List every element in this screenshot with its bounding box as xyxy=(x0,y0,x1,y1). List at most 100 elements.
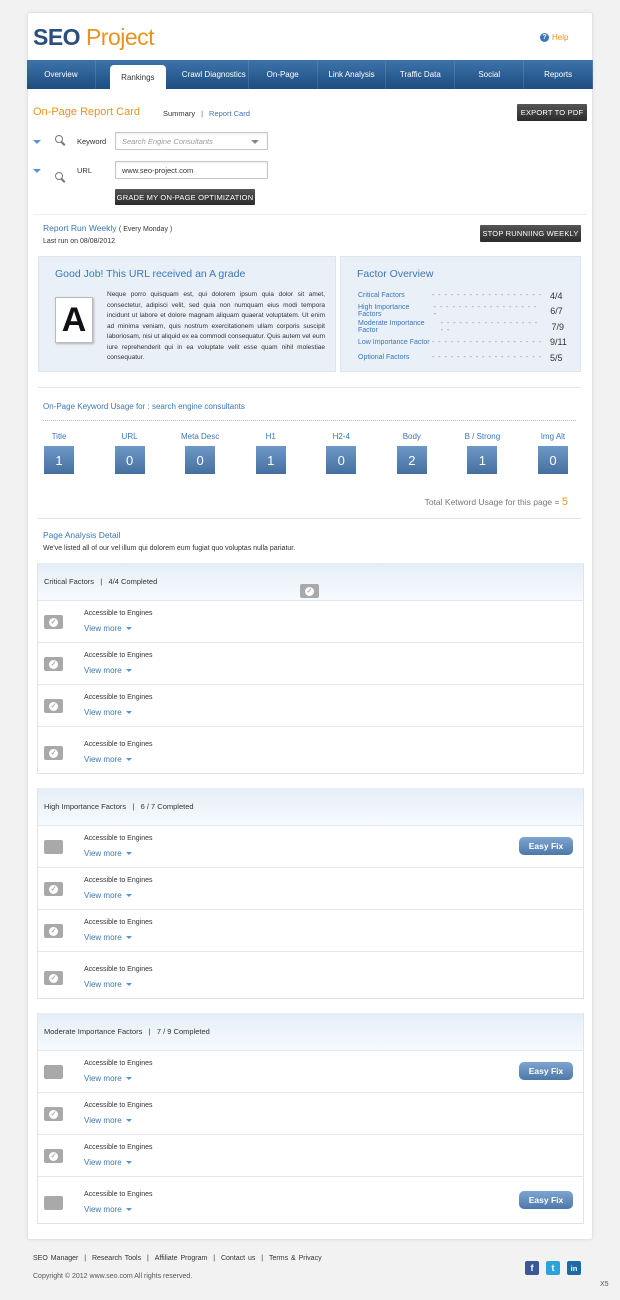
view-more-link[interactable]: View more xyxy=(84,624,132,633)
grade-panel: Good Job! This URL received an A grade A… xyxy=(38,256,336,372)
tab-social[interactable]: Social xyxy=(455,60,525,89)
check-icon: ✓ xyxy=(44,924,63,938)
factor-overview-panel: Factor Overview Critical Factors - - - - … xyxy=(340,256,581,372)
view-more-link[interactable]: View more xyxy=(84,849,132,858)
view-more-link[interactable]: View more xyxy=(84,980,132,989)
check-icon: ✓ xyxy=(44,615,63,629)
tab-link-analysis[interactable]: Link Analysis xyxy=(318,60,387,89)
footer-links: SEO Manager | Research Tools | Affiliate… xyxy=(33,1255,322,1262)
factor-row-optional[interactable]: Optional Factors - - - - - - - - - - - - … xyxy=(358,350,572,366)
tab-on-page[interactable]: On-Page xyxy=(249,60,318,89)
chevron-down-icon xyxy=(125,758,132,761)
view-more-link[interactable]: View more xyxy=(84,666,132,675)
view-more-link[interactable]: View more xyxy=(84,1158,132,1167)
view-more-link[interactable]: View more xyxy=(84,933,132,942)
tab-reports[interactable]: Reports xyxy=(524,60,594,89)
main-nav: Overview Rankings Crawl Diagnostics On-P… xyxy=(27,60,594,89)
check-icon: ✓ xyxy=(44,657,63,671)
kw-img-alt: Img Alt 0 xyxy=(537,432,569,474)
kw-b-strong: B / Strong 1 xyxy=(465,432,500,474)
view-more-link[interactable]: View more xyxy=(84,1074,132,1083)
grade-heading: Good Job! This URL received an A grade xyxy=(55,268,246,280)
section-header[interactable]: Moderate Importance Factors | 7 / 9 Comp… xyxy=(38,1013,583,1051)
footer-link-seo-manager[interactable]: SEO Manager xyxy=(33,1255,78,1262)
list-item: ✓ Accessible to Engines View more xyxy=(38,727,583,773)
report-subnav: Summary | Report Card xyxy=(163,109,250,118)
view-more-link[interactable]: View more xyxy=(84,891,132,900)
keyword-usage-heading: On-Page Keyword Usage for : search engin… xyxy=(43,402,245,411)
footer-link-affiliate[interactable]: Affiliate Program xyxy=(155,1255,208,1262)
footer-link-research-tools[interactable]: Research Tools xyxy=(92,1255,141,1262)
view-more-link[interactable]: View more xyxy=(84,755,132,764)
footer-link-terms[interactable]: Terms & Privacy xyxy=(269,1255,322,1262)
section-header[interactable]: Critical Factors | 4/4 Completed ✓ xyxy=(38,563,583,601)
check-icon: ✓ xyxy=(44,1149,63,1163)
keyword-usage-grid: Title 1 URL 0 Meta Desc 0 H1 1 H2-4 0 Body 2 B… xyxy=(43,432,569,474)
grade-description: Neque porro quisquam est, qui dolorem ip… xyxy=(107,291,325,361)
url-label: URL xyxy=(77,166,93,175)
chevron-down-icon xyxy=(125,1161,132,1164)
summary-link[interactable]: Summary xyxy=(163,109,195,118)
factor-row-high[interactable]: High Importance Factors - - - - - - - - -… xyxy=(358,304,572,320)
expand-arrow-icon[interactable] xyxy=(33,169,41,173)
check-icon: ✓ xyxy=(44,971,63,985)
easy-fix-button[interactable]: Easy Fix xyxy=(519,837,573,855)
expand-arrow-icon[interactable] xyxy=(33,140,41,144)
dotted-divider xyxy=(43,420,576,421)
tab-overview[interactable]: Overview xyxy=(27,60,96,89)
kw-url: URL 0 xyxy=(114,432,146,474)
list-item: ✓ Accessible to Engines View more xyxy=(38,952,583,998)
total-usage: Total Ketword Usage for this page = 5 xyxy=(424,496,568,508)
kw-body: Body 2 xyxy=(396,432,428,474)
easy-fix-button[interactable]: Easy Fix xyxy=(519,1062,573,1080)
report-card-link[interactable]: Report Card xyxy=(209,109,250,118)
check-icon: ✓ xyxy=(44,699,63,713)
search-icon xyxy=(55,172,63,180)
linkedin-icon[interactable]: in xyxy=(567,1261,581,1275)
export-pdf-button[interactable]: EXPORT TO PDF xyxy=(517,104,587,121)
chevron-down-icon xyxy=(125,1077,132,1080)
view-more-link[interactable]: View more xyxy=(84,708,132,717)
tab-traffic-data[interactable]: Traffic Data xyxy=(386,60,456,89)
page-title: On-Page Report Card xyxy=(33,106,140,118)
unchecked-icon xyxy=(44,1065,63,1079)
list-item: Accessible to Engines View more Easy Fix xyxy=(38,826,583,868)
section-header[interactable]: High Importance Factors | 6 / 7 Complete… xyxy=(38,788,583,826)
chevron-down-icon xyxy=(251,140,259,144)
logo[interactable]: SEO Project xyxy=(33,24,155,51)
corner-label: X5 xyxy=(600,1281,609,1288)
tab-crawl-diagnostics[interactable]: Crawl Diagnostics xyxy=(180,60,249,89)
list-item: ✓ Accessible to Engines View more xyxy=(38,601,583,643)
grade-button[interactable]: GRADE MY ON-PAGE OPTIMIZATION xyxy=(115,189,255,205)
chevron-down-icon xyxy=(125,894,132,897)
factor-row-moderate[interactable]: Moderate Importance Factor - - - - - - - … xyxy=(358,319,572,335)
factor-row-critical[interactable]: Critical Factors - - - - - - - - - - - - … xyxy=(358,288,572,304)
tab-rankings[interactable]: Rankings xyxy=(109,65,166,89)
check-icon: ✓ xyxy=(44,1107,63,1121)
facebook-icon[interactable]: f xyxy=(525,1261,539,1275)
keyword-select[interactable]: Search Engine Consultants xyxy=(115,132,268,150)
twitter-icon[interactable]: t xyxy=(546,1261,560,1275)
search-icon xyxy=(55,135,63,143)
factor-row-low[interactable]: Low Importance Factor - - - - - - - - - -… xyxy=(358,335,572,351)
url-input[interactable]: www.seo-project.com xyxy=(115,161,268,179)
help-link[interactable]: ? Help xyxy=(540,33,568,42)
check-icon: ✓ xyxy=(44,746,63,760)
report-run-link[interactable]: Report Run Weekly xyxy=(43,223,117,233)
chevron-down-icon xyxy=(125,852,132,855)
kw-h1: H1 1 xyxy=(255,432,287,474)
factor-list: Critical Factors - - - - - - - - - - - - … xyxy=(358,288,572,366)
last-run-text: Last run on 08/08/2012 xyxy=(43,238,116,245)
list-item: ✓ Accessible to Engines View more xyxy=(38,868,583,910)
divider xyxy=(38,518,581,519)
footer-link-contact[interactable]: Contact us xyxy=(221,1255,255,1262)
chevron-down-icon xyxy=(125,711,132,714)
view-more-link[interactable]: View more xyxy=(84,1116,132,1125)
divider xyxy=(33,214,587,215)
view-more-link[interactable]: View more xyxy=(84,1205,132,1214)
easy-fix-button[interactable]: Easy Fix xyxy=(519,1191,573,1209)
moderate-importance-section: Moderate Importance Factors | 7 / 9 Comp… xyxy=(37,1013,584,1224)
stop-weekly-button[interactable]: STOP RUNNIING WEEKLY xyxy=(480,225,581,242)
chevron-down-icon xyxy=(125,627,132,630)
unchecked-icon xyxy=(44,1196,63,1210)
